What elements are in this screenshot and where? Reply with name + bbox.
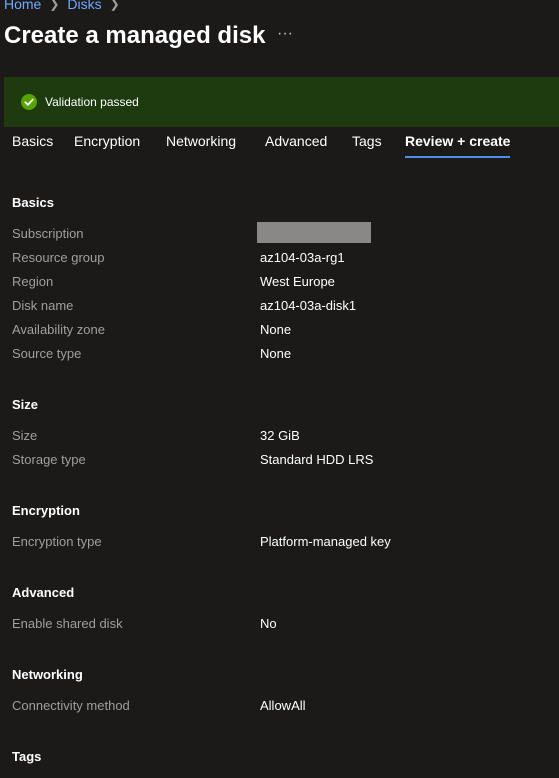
- chevron-right-icon: ❯: [109, 0, 120, 11]
- label-source-type: Source type: [12, 346, 82, 361]
- value-connectivity-method: AllowAll: [260, 698, 306, 713]
- value-encryption-type: Platform-managed key: [260, 534, 391, 549]
- label-enable-shared-disk: Enable shared disk: [12, 616, 123, 631]
- section-heading-networking: Networking: [12, 667, 83, 682]
- value-size: 32 GiB: [260, 428, 300, 443]
- label-size: Size: [12, 428, 38, 443]
- label-region: Region: [12, 274, 54, 289]
- label-encryption-type: Encryption type: [12, 534, 102, 549]
- value-region: West Europe: [260, 274, 335, 289]
- section-heading-encryption: Encryption: [12, 503, 80, 518]
- value-availability-zone: None: [260, 322, 292, 337]
- value-source-type: None: [260, 346, 292, 361]
- tab-basics[interactable]: Basics: [12, 133, 53, 156]
- section-heading-basics: Basics: [12, 195, 54, 210]
- label-resource-group: Resource group: [12, 250, 105, 265]
- check-circle-icon: [21, 94, 37, 110]
- value-disk-name: az104-03a-disk1: [260, 298, 357, 313]
- review-create-page: Home ❯ Disks ❯ Create a managed disk ···…: [0, 0, 559, 778]
- value-enable-shared-disk: No: [260, 616, 277, 631]
- breadcrumb-home-link[interactable]: Home: [4, 0, 41, 12]
- label-disk-name: Disk name: [12, 298, 74, 313]
- label-subscription: Subscription: [12, 226, 84, 241]
- subscription-value-redacted: [257, 222, 371, 243]
- label-connectivity-method: Connectivity method: [12, 698, 130, 713]
- validation-message: Validation passed: [45, 95, 139, 109]
- section-heading-advanced: Advanced: [12, 585, 75, 600]
- validation-banner: Validation passed: [4, 77, 559, 127]
- section-heading-size: Size: [12, 397, 39, 412]
- more-options-button[interactable]: ···: [274, 26, 296, 45]
- breadcrumb-disks-link[interactable]: Disks: [67, 0, 101, 12]
- value-storage-type: Standard HDD LRS: [260, 452, 374, 467]
- section-heading-tags: Tags: [12, 749, 42, 764]
- label-storage-type: Storage type: [12, 452, 86, 467]
- label-availability-zone: Availability zone: [12, 322, 105, 337]
- tab-networking[interactable]: Networking: [166, 133, 236, 156]
- value-resource-group: az104-03a-rg1: [260, 250, 345, 265]
- tab-tags[interactable]: Tags: [352, 133, 382, 156]
- breadcrumb: Home ❯ Disks ❯: [4, 0, 128, 12]
- tab-advanced[interactable]: Advanced: [265, 133, 327, 156]
- page-title: Create a managed disk: [4, 22, 266, 49]
- tab-review-create[interactable]: Review + create: [405, 133, 511, 158]
- wizard-tabs: Basics Encryption Networking Advanced Ta…: [0, 133, 559, 165]
- chevron-right-icon: ❯: [49, 0, 60, 11]
- tab-encryption[interactable]: Encryption: [74, 133, 140, 156]
